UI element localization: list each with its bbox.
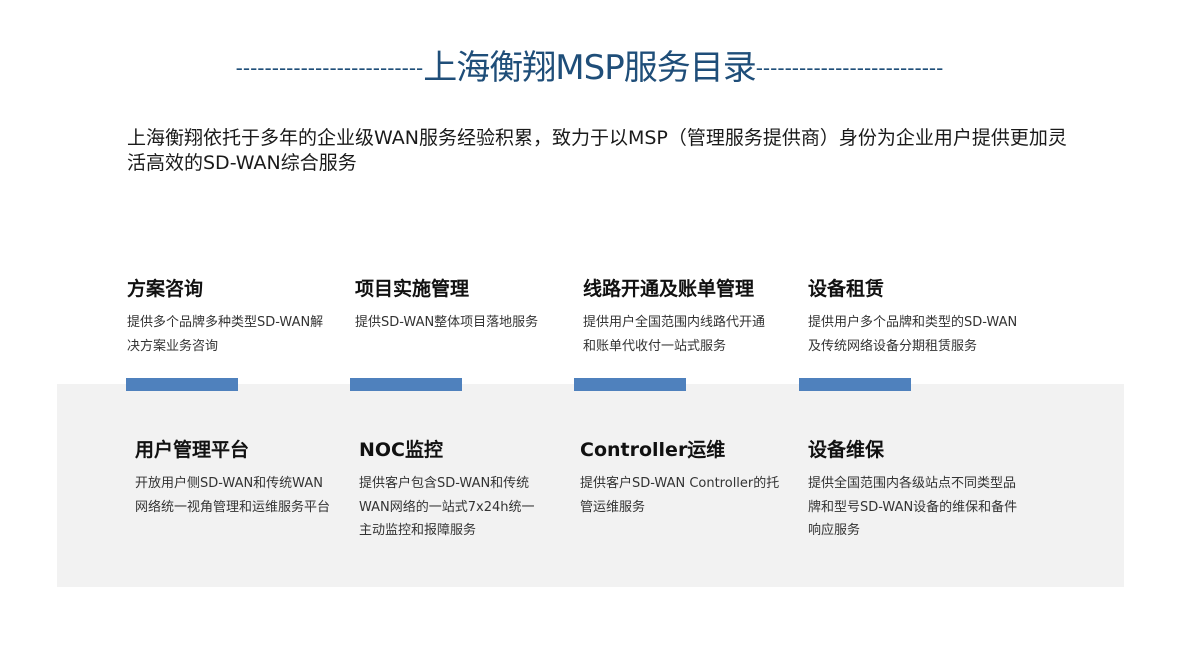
title-right-dashes: -------------------------- — [755, 56, 944, 80]
service-card-portal: 用户管理平台 开放用户侧SD-WAN和传统WAN网络统一视角管理和运维服务平台 — [135, 435, 331, 519]
service-desc: 提供全国范围内各级站点不同类型品牌和型号SD-WAN设备的维保和备件响应服务 — [808, 476, 1018, 538]
service-title: 设备租赁 — [808, 278, 885, 300]
accent-bar — [574, 378, 686, 391]
service-card-noc: NOC监控 提供客户包含SD-WAN和传统WAN网络的一站式7x24h统一主动监… — [359, 435, 547, 543]
service-title: 线路开通及账单管理 — [583, 278, 755, 300]
service-card-controller: Controller运维 提供客户SD-WAN Controller的托管运维服… — [580, 435, 785, 519]
accent-bar — [799, 378, 911, 391]
service-title: 项目实施管理 — [355, 278, 470, 300]
service-title: 用户管理平台 — [135, 439, 250, 461]
service-title: Controller运维 — [580, 439, 726, 461]
service-card-leasing: 设备租赁 提供用户多个品牌和类型的SD-WAN及传统网络设备分期租赁服务 — [808, 274, 1020, 358]
page-title: --------------------------上海衡翔MSP服务目录---… — [0, 40, 1179, 89]
service-desc: 提供用户全国范围内线路代开通和账单代收付一站式服务 — [583, 315, 766, 354]
service-desc: 提供客户SD-WAN Controller的托管运维服务 — [580, 476, 780, 515]
service-desc: 提供用户多个品牌和类型的SD-WAN及传统网络设备分期租赁服务 — [808, 315, 1018, 354]
service-card-circuit-billing: 线路开通及账单管理 提供用户全国范围内线路代开通和账单代收付一站式服务 — [583, 274, 775, 358]
service-desc: 开放用户侧SD-WAN和传统WAN网络统一视角管理和运维服务平台 — [135, 476, 331, 515]
title-left-dashes: -------------------------- — [235, 56, 424, 80]
accent-bar — [126, 378, 238, 391]
title-text: 上海衡翔MSP服务目录 — [423, 48, 756, 88]
intro-paragraph: 上海衡翔依托于多年的企业级WAN服务经验积累，致力于以MSP（管理服务提供商）身… — [127, 127, 1067, 174]
service-card-consulting: 方案咨询 提供多个品牌多种类型SD-WAN解决方案业务咨询 — [127, 274, 327, 358]
service-title: 设备维保 — [808, 439, 885, 461]
accent-bar — [350, 378, 462, 391]
service-title: NOC监控 — [359, 439, 443, 461]
service-desc: 提供客户包含SD-WAN和传统WAN网络的一站式7x24h统一主动监控和报障服务 — [359, 476, 535, 538]
service-card-maintenance: 设备维保 提供全国范围内各级站点不同类型品牌和型号SD-WAN设备的维保和备件响… — [808, 435, 1022, 543]
service-desc: 提供SD-WAN整体项目落地服务 — [355, 315, 539, 330]
service-title: 方案咨询 — [127, 278, 204, 300]
service-desc: 提供多个品牌多种类型SD-WAN解决方案业务咨询 — [127, 315, 324, 354]
service-card-project: 项目实施管理 提供SD-WAN整体项目落地服务 — [355, 274, 555, 335]
